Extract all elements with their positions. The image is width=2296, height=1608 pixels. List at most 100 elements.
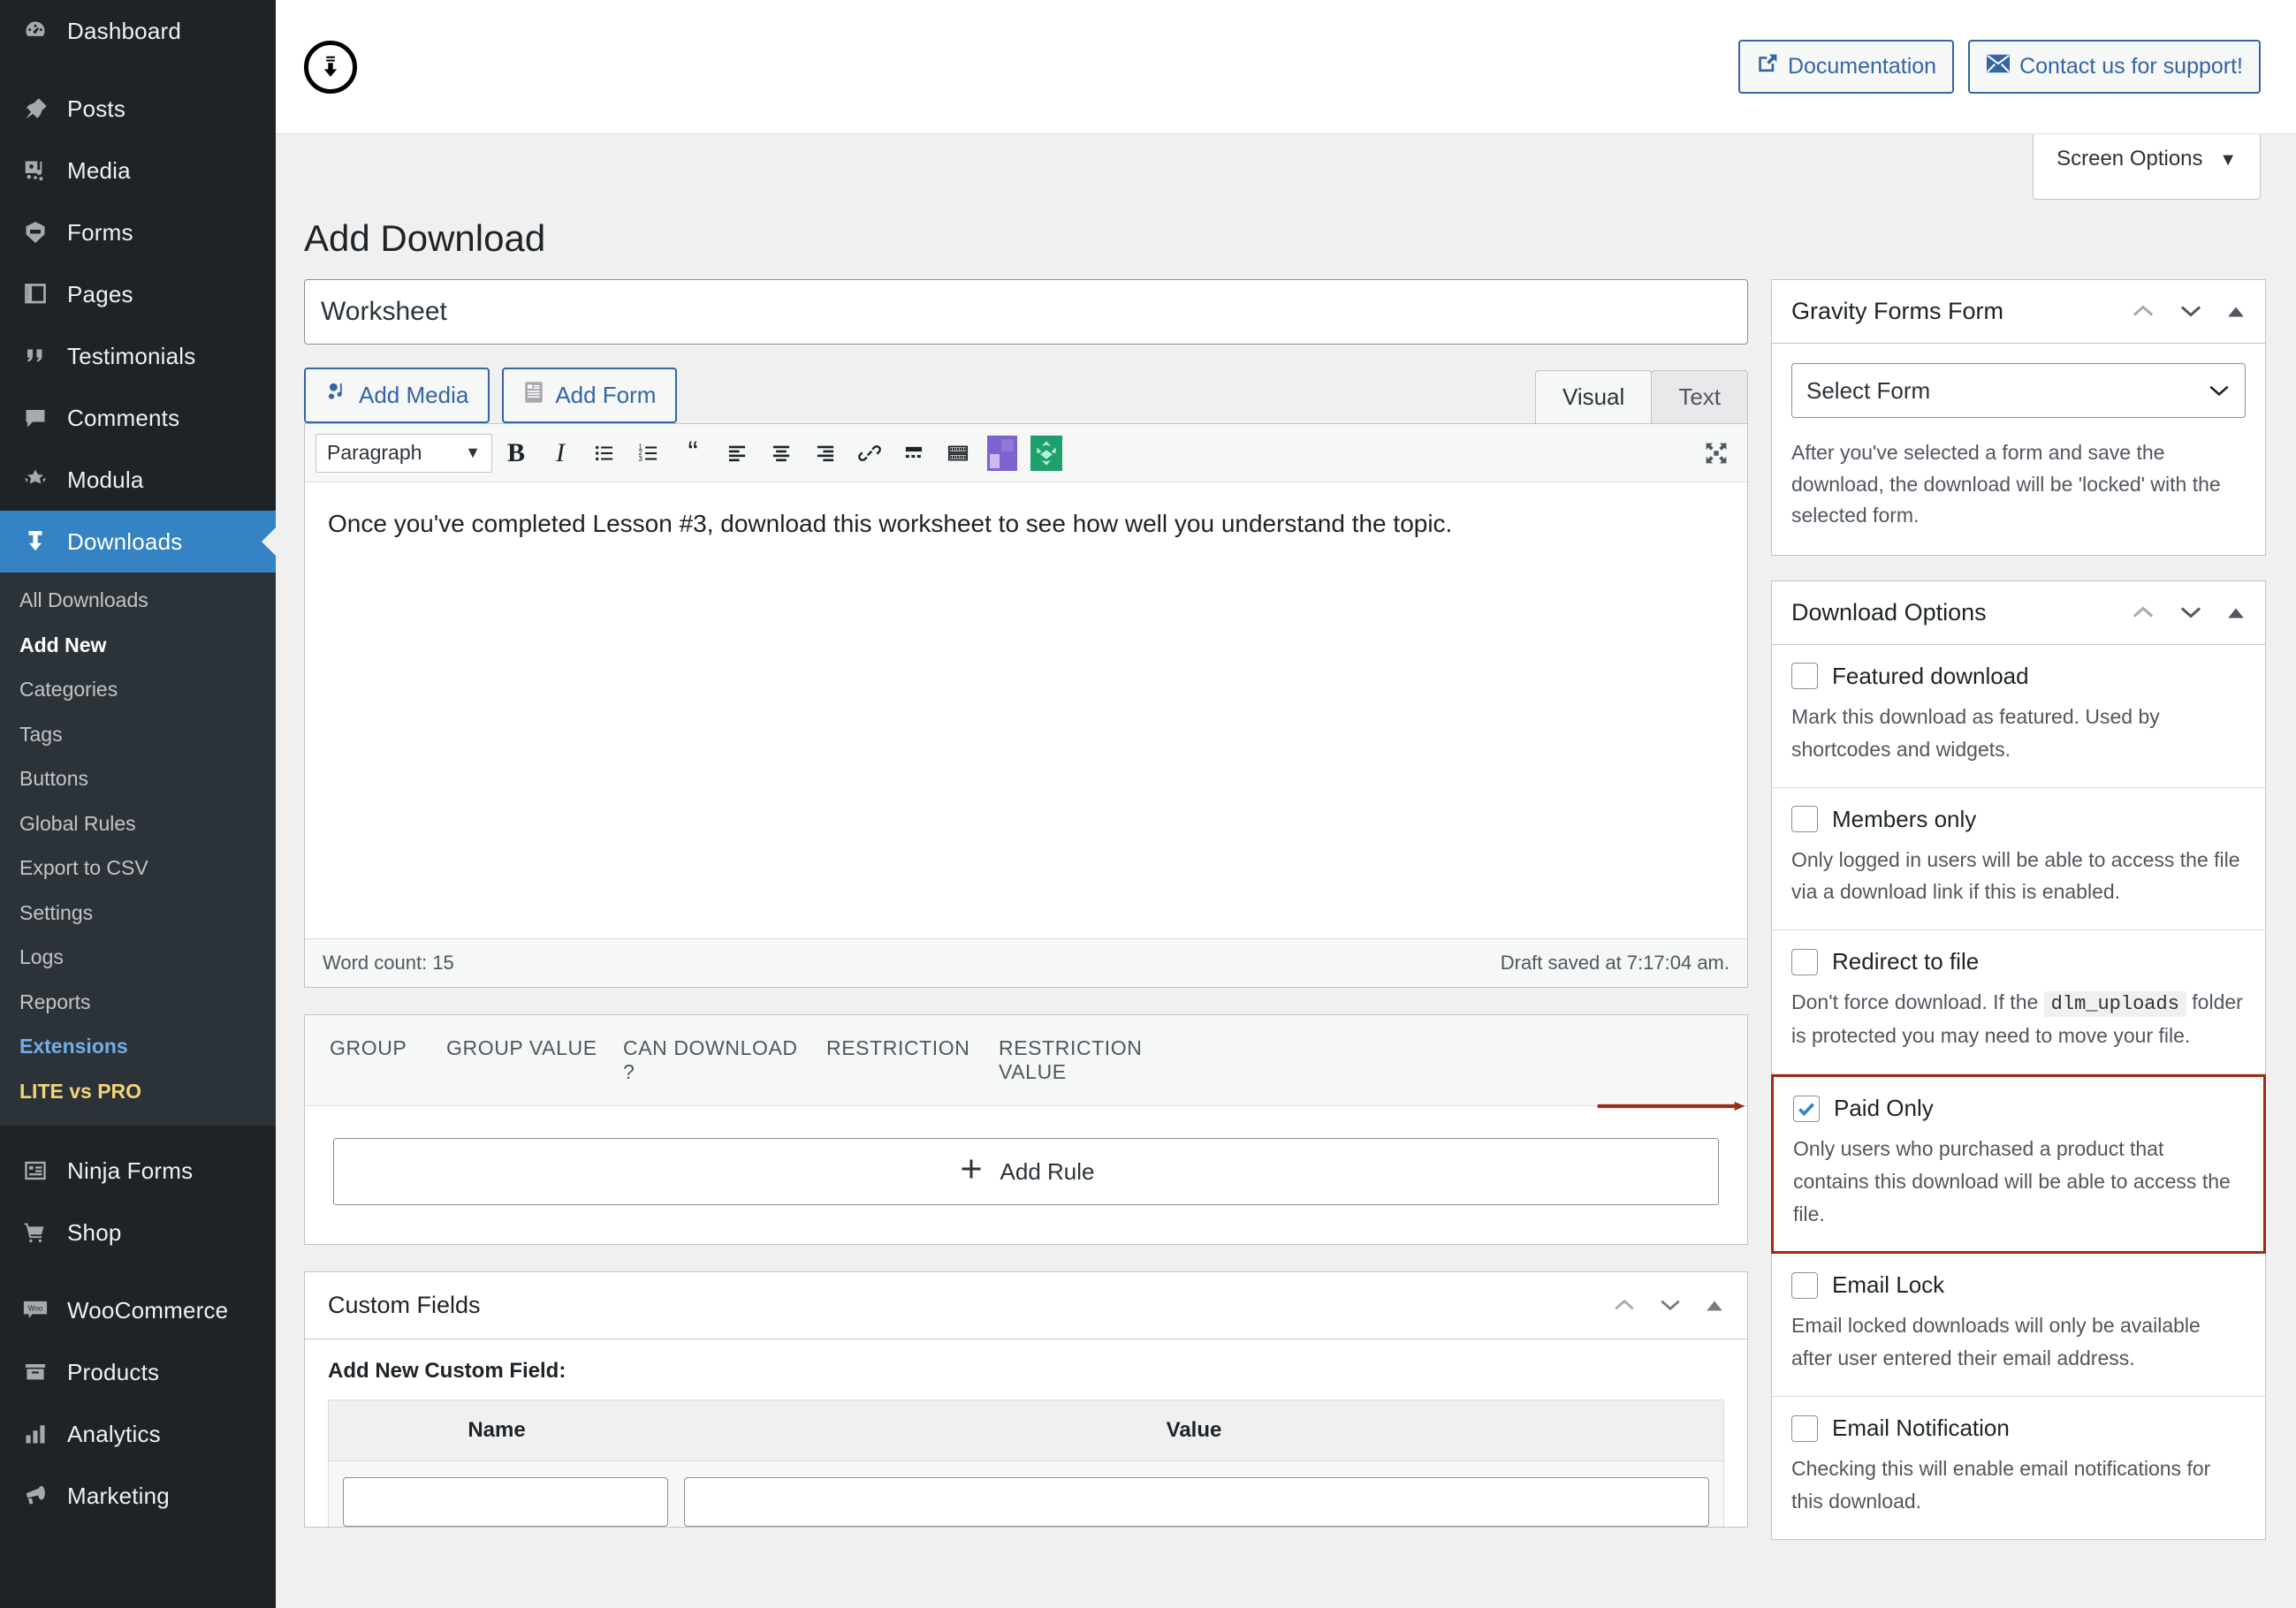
tab-visual[interactable]: Visual xyxy=(1534,370,1653,423)
members-only-checkbox[interactable] xyxy=(1791,806,1818,833)
admin-screen: Dashboard Posts Media Forms Pages Testim… xyxy=(0,0,2296,1608)
chevron-up-icon[interactable] xyxy=(2131,599,2155,626)
sidebar-item-analytics[interactable]: Analytics xyxy=(0,1403,276,1465)
read-more-icon[interactable] xyxy=(893,433,934,474)
editor-content[interactable]: Once you've completed Lesson #3, downloa… xyxy=(305,482,1747,938)
submenu-item-reports[interactable]: Reports xyxy=(0,980,276,1025)
option-row[interactable]: Redirect to file xyxy=(1791,948,2246,975)
sidebar-item-label: Shop xyxy=(67,1218,122,1246)
option-description: Mark this download as featured. Used by … xyxy=(1791,704,2160,761)
sidebar-divider xyxy=(0,1126,276,1140)
sidebar-item-shop[interactable]: Shop xyxy=(0,1202,276,1263)
email-lock-checkbox[interactable] xyxy=(1791,1271,1818,1299)
sidebar-item-label: Forms xyxy=(67,218,133,246)
modula-gallery-icon[interactable] xyxy=(982,433,1023,474)
sidebar-item-comments[interactable]: Comments xyxy=(0,387,276,449)
sidebar-item-modula[interactable]: Modula xyxy=(0,449,276,511)
option-row[interactable]: Paid Only xyxy=(1793,1095,2244,1122)
sidebar-item-products[interactable]: Products xyxy=(0,1341,276,1403)
sidebar-item-label: Dashboard xyxy=(67,17,181,44)
sidebar-item-testimonials[interactable]: Testimonials xyxy=(0,325,276,387)
submenu-item-extensions[interactable]: Extensions xyxy=(0,1024,276,1069)
envelope-icon xyxy=(1986,52,2011,81)
triangle-up-icon[interactable] xyxy=(2226,599,2246,626)
submenu-item-lite-vs-pro[interactable]: LITE vs PRO xyxy=(0,1069,276,1114)
add-media-button[interactable]: Add Media xyxy=(304,368,490,423)
sidebar-item-posts[interactable]: Posts xyxy=(0,78,276,140)
submenu-item-logs[interactable]: Logs xyxy=(0,935,276,980)
submenu-item-all-downloads[interactable]: All Downloads xyxy=(0,578,276,623)
screen-options-button[interactable]: Screen Options ▼ xyxy=(2033,134,2261,200)
sidebar-item-dashboard[interactable]: Dashboard xyxy=(0,0,276,62)
contact-support-label: Contact us for support! xyxy=(2019,54,2243,79)
option-description: Don't force download. If the dlm_uploads… xyxy=(1791,986,2246,1052)
custom-field-value-input[interactable] xyxy=(684,1477,1709,1527)
select-form-value: Select Form xyxy=(1806,376,1931,404)
bold-icon[interactable]: B xyxy=(496,433,536,474)
column-group-value: GROUP VALUE xyxy=(446,1036,597,1059)
sidebar-item-media[interactable]: Media xyxy=(0,140,276,201)
submenu-item-settings[interactable]: Settings xyxy=(0,891,276,936)
chevron-down-icon[interactable] xyxy=(1659,1292,1682,1319)
option-row[interactable]: Email Notification xyxy=(1791,1415,2246,1442)
plugin-topbar: Documentation Contact us for support! xyxy=(276,0,2296,134)
option-label: Email Notification xyxy=(1832,1415,2010,1442)
chevron-down-icon[interactable] xyxy=(2178,298,2203,325)
triangle-up-icon[interactable] xyxy=(2226,298,2246,325)
link-icon[interactable] xyxy=(849,433,890,474)
format-select[interactable]: Paragraph ▼ xyxy=(316,433,492,473)
submenu-item-categories[interactable]: Categories xyxy=(0,667,276,712)
align-left-icon[interactable] xyxy=(717,433,757,474)
sidebar-item-label: WooCommerce xyxy=(67,1296,229,1324)
add-rule-button[interactable]: Add Rule xyxy=(333,1138,1719,1205)
triangle-up-icon[interactable] xyxy=(1705,1292,1724,1319)
bulleted-list-icon[interactable] xyxy=(584,433,625,474)
rules-table-header: GROUP GROUP VALUE CAN DOWNLOAD ? RESTRIC… xyxy=(305,1015,1747,1106)
option-label: Email Lock xyxy=(1832,1271,1945,1299)
sidebar-item-pages[interactable]: Pages xyxy=(0,263,276,325)
add-form-button[interactable]: Add Form xyxy=(502,368,678,423)
paid-only-checkbox[interactable] xyxy=(1793,1095,1820,1122)
blockquote-icon[interactable]: “ xyxy=(673,433,713,474)
align-right-icon[interactable] xyxy=(805,433,846,474)
align-center-icon[interactable] xyxy=(761,433,802,474)
submenu-item-buttons[interactable]: Buttons xyxy=(0,756,276,801)
redirect-to-file-checkbox[interactable] xyxy=(1791,948,1818,975)
select-form-dropdown[interactable]: Select Form xyxy=(1791,363,2246,418)
sidebar-item-marketing[interactable]: Marketing xyxy=(0,1465,276,1527)
submenu-item-tags[interactable]: Tags xyxy=(0,712,276,757)
numbered-list-icon[interactable]: 123 xyxy=(628,433,669,474)
option-row[interactable]: Featured download xyxy=(1791,663,2246,690)
toolbar-toggle-icon[interactable] xyxy=(938,433,978,474)
submenu-item-global-rules[interactable]: Global Rules xyxy=(0,801,276,846)
downloads-submenu: All Downloads Add New Categories Tags Bu… xyxy=(0,573,276,1126)
option-row[interactable]: Email Lock xyxy=(1791,1271,2246,1299)
admin-sidebar: Dashboard Posts Media Forms Pages Testim… xyxy=(0,0,276,1608)
post-title-input[interactable] xyxy=(304,279,1748,345)
sidebar-item-label: Downloads xyxy=(67,527,183,555)
forms-icon xyxy=(11,219,60,246)
sidebar-item-downloads[interactable]: Downloads xyxy=(0,511,276,573)
sidebar-item-forms[interactable]: Forms xyxy=(0,201,276,263)
featured-download-checkbox[interactable] xyxy=(1791,663,1818,690)
fullscreen-icon[interactable] xyxy=(1696,433,1737,474)
ninja-forms-icon[interactable] xyxy=(1026,433,1067,474)
dlm-uploads-code: dlm_uploads xyxy=(2043,991,2186,1018)
option-row[interactable]: Members only xyxy=(1791,806,2246,833)
sidebar-item-label: Media xyxy=(67,156,131,184)
email-notification-checkbox[interactable] xyxy=(1791,1415,1818,1442)
sidebar-item-ninja-forms[interactable]: Ninja Forms xyxy=(0,1140,276,1202)
tab-text[interactable]: Text xyxy=(1651,370,1748,423)
contact-support-button[interactable]: Contact us for support! xyxy=(1968,40,2261,94)
download-options-header: Download Options xyxy=(1772,581,2265,645)
italic-icon[interactable]: I xyxy=(540,433,581,474)
cart-icon xyxy=(11,1219,60,1246)
chevron-up-icon[interactable] xyxy=(2131,298,2155,325)
chevron-down-icon[interactable] xyxy=(2178,599,2203,626)
documentation-button[interactable]: Documentation xyxy=(1737,40,1955,94)
submenu-item-export-to-csv[interactable]: Export to CSV xyxy=(0,846,276,891)
chevron-up-icon[interactable] xyxy=(1613,1292,1636,1319)
submenu-item-add-new[interactable]: Add New xyxy=(0,623,276,668)
custom-field-name-input[interactable] xyxy=(343,1477,668,1527)
sidebar-item-woocommerce[interactable]: Woo WooCommerce xyxy=(0,1279,276,1341)
